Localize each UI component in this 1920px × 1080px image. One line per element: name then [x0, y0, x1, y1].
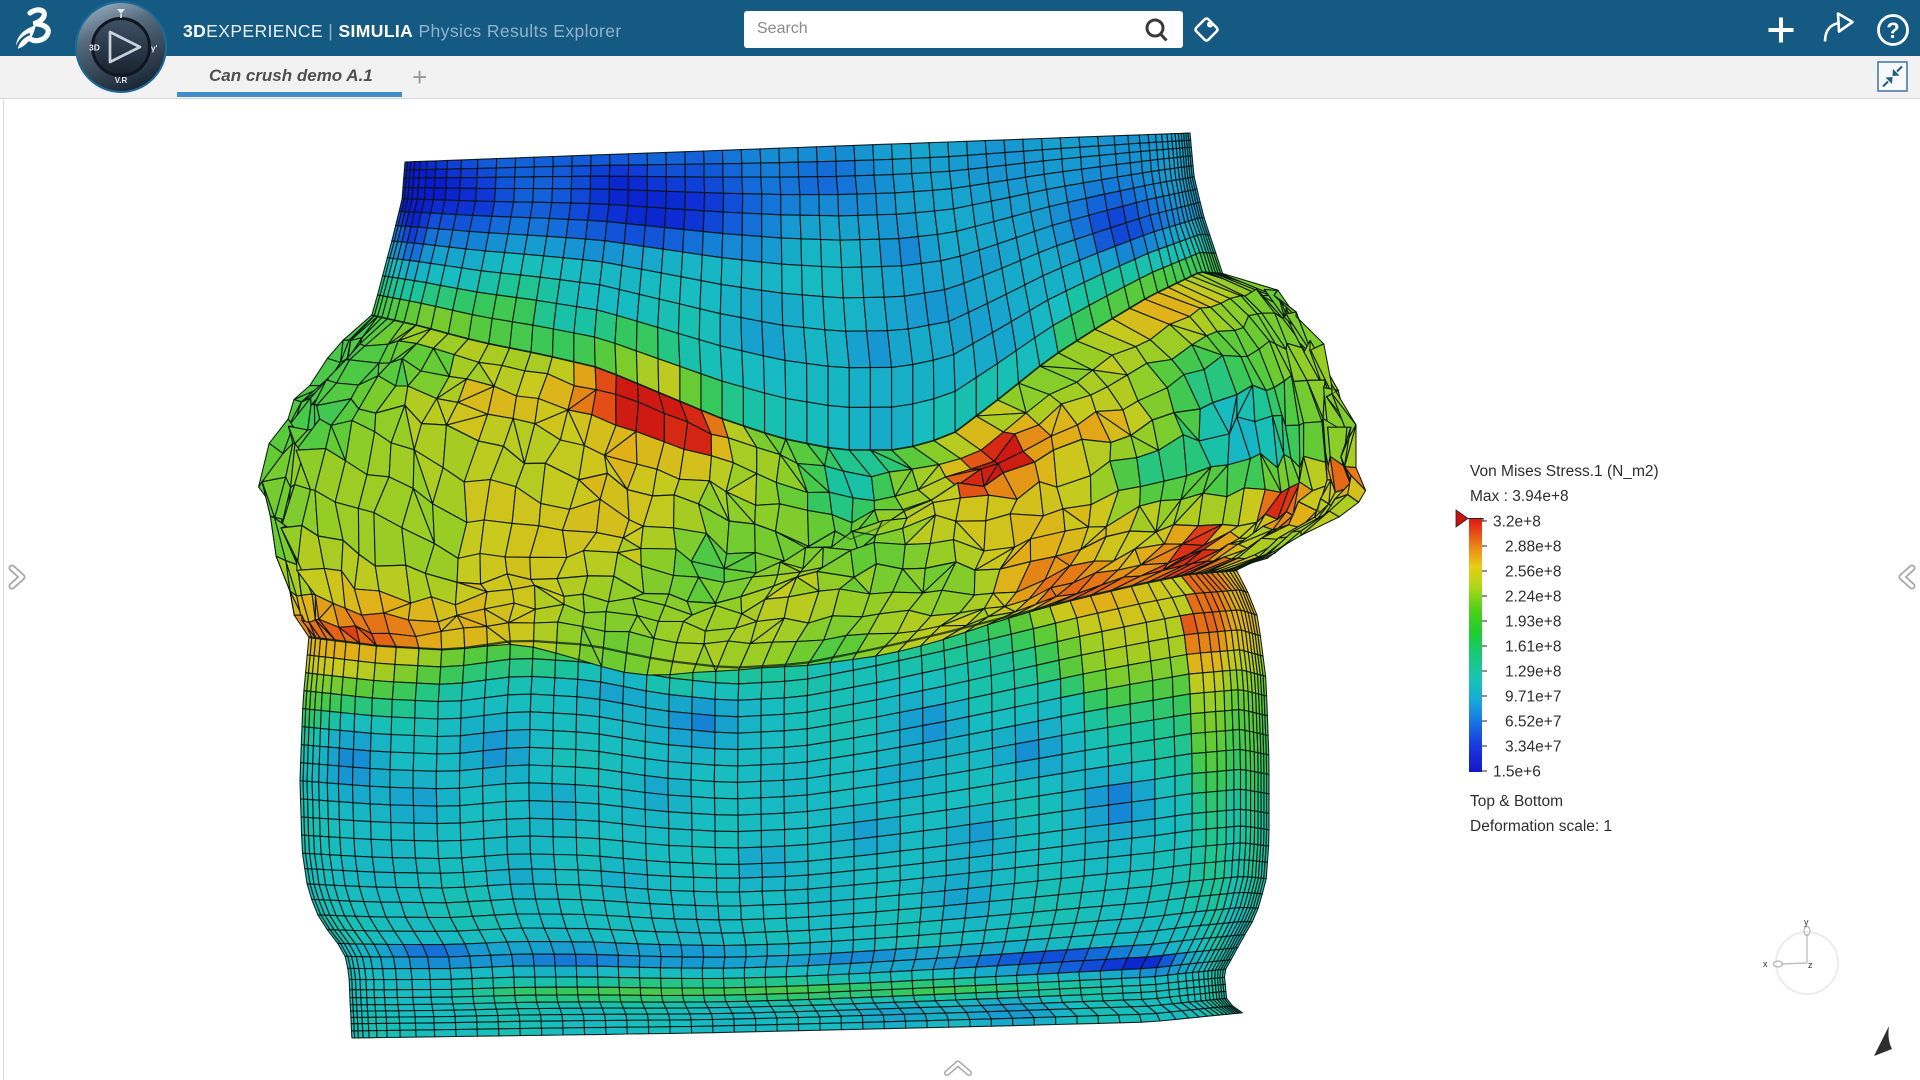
svg-text:γ': γ': [151, 44, 157, 53]
svg-text:V.R: V.R: [115, 76, 128, 85]
svg-text:z: z: [1808, 960, 1813, 970]
svg-text:y: y: [1804, 917, 1809, 927]
svg-text:?: ?: [1886, 18, 1899, 43]
svg-text:3D: 3D: [89, 43, 100, 53]
svg-text:x: x: [1763, 959, 1768, 969]
